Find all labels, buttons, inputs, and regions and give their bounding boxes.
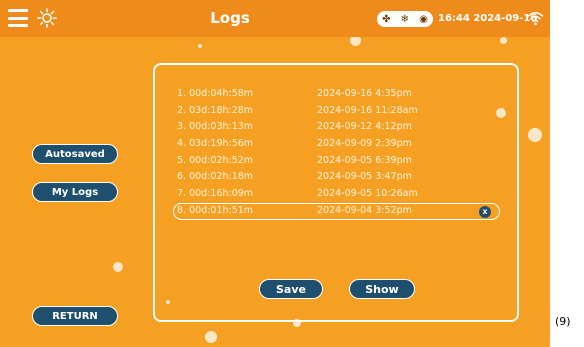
- log-row[interactable]: 2. 03d:18h:28m 2024-09-16 11:28am: [173, 102, 500, 119]
- save-button[interactable]: Save: [259, 279, 323, 299]
- log-date: 2024-09-04 3:52pm: [317, 205, 412, 216]
- log-duration: 7. 00d:16h:09m: [177, 188, 254, 199]
- log-date: 2024-09-05 3:47pm: [317, 171, 412, 182]
- log-duration: 8. 00d:01h:51m: [177, 205, 254, 216]
- figure-label: (9): [555, 315, 571, 328]
- fan-icon: ✤: [382, 13, 391, 25]
- log-row[interactable]: 1. 00d:04h:58m 2024-09-16 4:35pm: [173, 85, 500, 102]
- decor-dot: [528, 128, 542, 142]
- top-bar: Logs ✤ ❄ ◉ 16:44 2024-09-16: [0, 0, 550, 37]
- logs-panel: 1. 00d:04h:58m 2024-09-16 4:35pm 2. 03d:…: [153, 63, 519, 322]
- log-duration: 3. 00d:03h:13m: [177, 121, 254, 132]
- my-logs-button[interactable]: My Logs: [32, 182, 118, 202]
- log-duration: 2. 03d:18h:28m: [177, 105, 254, 116]
- log-date: 2024-09-16 11:28am: [317, 105, 418, 116]
- show-button[interactable]: Show: [349, 279, 415, 299]
- log-row[interactable]: 4. 03d:19h:56m 2024-09-09 2:39pm: [173, 135, 500, 152]
- log-row-selected[interactable]: 8. 00d:01h:51m 2024-09-04 3:52pm x: [173, 203, 500, 220]
- log-duration: 1. 00d:04h:58m: [177, 88, 254, 99]
- return-button[interactable]: RETURN: [32, 306, 118, 326]
- log-date: 2024-09-09 2:39pm: [317, 138, 412, 149]
- log-date: 2024-09-12 4:12pm: [317, 121, 412, 132]
- log-date: 2024-09-16 4:35pm: [317, 88, 412, 99]
- log-row[interactable]: 7. 00d:16h:09m 2024-09-05 10:26am: [173, 185, 500, 202]
- log-duration: 5. 00d:02h:52m: [177, 155, 254, 166]
- close-icon[interactable]: x: [479, 205, 491, 218]
- decor-dot: [500, 37, 507, 44]
- log-date: 2024-09-05 10:26am: [317, 188, 418, 199]
- decor-dot: [198, 44, 202, 48]
- decor-dot: [113, 262, 123, 272]
- log-row[interactable]: 3. 00d:03h:13m 2024-09-12 4:12pm: [173, 118, 500, 135]
- disc-icon: ◉: [419, 13, 428, 25]
- log-duration: 4. 03d:19h:56m: [177, 138, 254, 149]
- log-date: 2024-09-05 6:39pm: [317, 155, 412, 166]
- status-indicators: ✤ ❄ ◉: [377, 11, 433, 27]
- log-row[interactable]: 6. 00d:02h:18m 2024-09-05 3:47pm: [173, 168, 500, 185]
- clock: 16:44 2024-09-16: [438, 13, 538, 24]
- log-duration: 6. 00d:02h:18m: [177, 171, 254, 182]
- autosaved-button[interactable]: Autosaved: [32, 144, 118, 164]
- device-screen: Logs ✤ ❄ ◉ 16:44 2024-09-16 Autosaved My…: [0, 0, 550, 347]
- decor-dot: [205, 331, 217, 343]
- snowflake-icon: ❄: [400, 13, 410, 25]
- wifi-icon: [527, 12, 544, 26]
- log-row[interactable]: 5. 00d:02h:52m 2024-09-05 6:39pm: [173, 152, 500, 169]
